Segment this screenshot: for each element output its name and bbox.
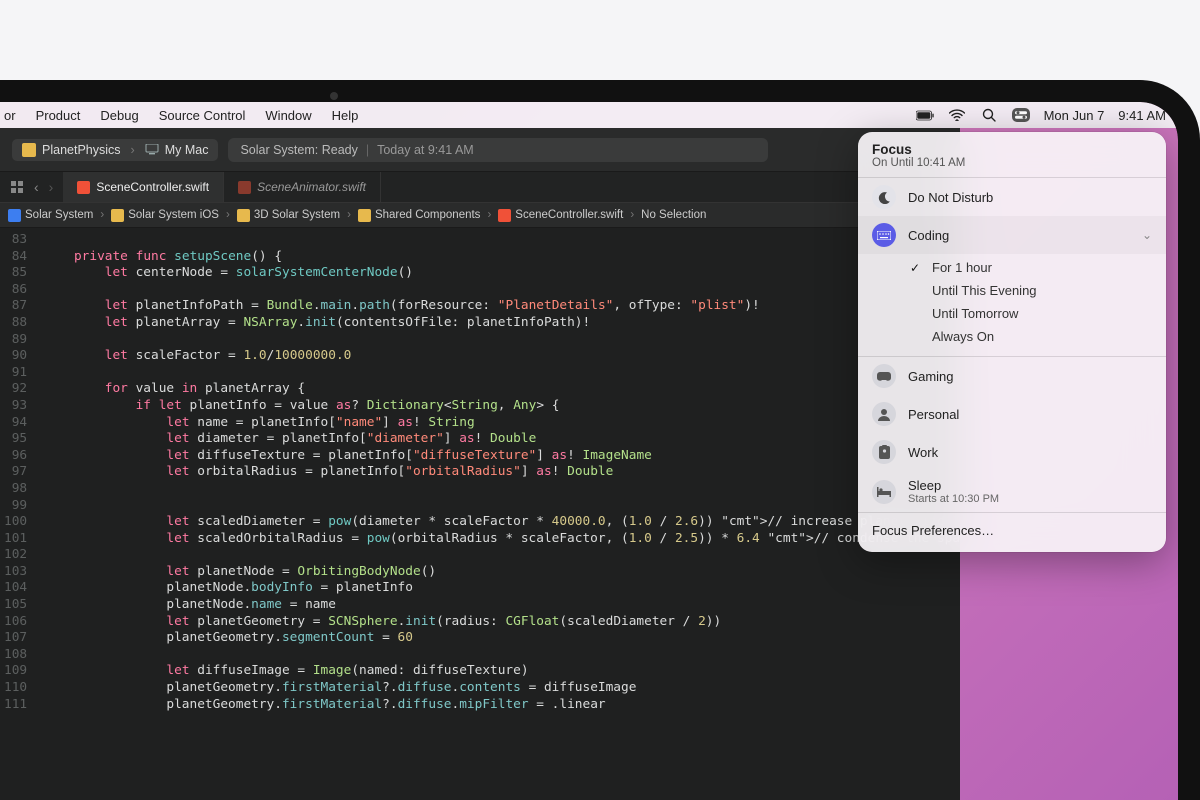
app-icon (22, 143, 36, 157)
project-icon (8, 209, 21, 222)
focus-mode-coding[interactable]: Coding ⌄ (858, 216, 1166, 254)
option-label: Until Tomorrow (932, 306, 1018, 321)
option-label: Until This Evening (932, 283, 1037, 298)
spotlight-icon[interactable] (980, 108, 998, 122)
menu-item[interactable]: Debug (100, 108, 138, 123)
crumb-label: No Selection (641, 209, 706, 221)
focus-mode-sleep[interactable]: Sleep Starts at 10:30 PM (858, 471, 1166, 512)
focus-duration-option[interactable]: Always On (908, 325, 1152, 348)
focus-duration-option[interactable]: Until Tomorrow (908, 302, 1152, 325)
menubar: or Product Debug Source Control Window H… (0, 102, 1178, 128)
crumb-label: SceneController.swift (515, 209, 623, 221)
chevron-down-icon: ⌄ (1142, 228, 1152, 242)
crumb-label: 3D Solar System (254, 209, 340, 221)
tab-inactive[interactable]: SceneAnimator.swift (224, 172, 381, 202)
wifi-icon[interactable] (948, 108, 966, 122)
xcode-window: PlanetPhysics › My Mac Solar System: Rea… (0, 128, 960, 800)
focus-subtitle: On Until 10:41 AM (858, 157, 1166, 178)
bed-icon (872, 480, 896, 504)
focus-preferences[interactable]: Focus Preferences… (858, 512, 1166, 548)
focus-label: Coding (908, 228, 1130, 243)
activity-status[interactable]: Solar System: Ready | Today at 9:41 AM (228, 138, 768, 162)
folder-icon (358, 209, 371, 222)
focus-label: Do Not Disturb (908, 190, 1152, 205)
battery-icon[interactable] (916, 108, 934, 122)
app-menus: or Product Debug Source Control Window H… (0, 108, 358, 123)
line-gutter: 83 84 85 86 87 88 89 90 91 92 93 94 95 9… (0, 228, 37, 800)
keyboard-icon (872, 223, 896, 247)
option-label: Always On (932, 329, 994, 344)
code-editor[interactable]: 83 84 85 86 87 88 89 90 91 92 93 94 95 9… (0, 228, 960, 800)
focus-duration-option[interactable]: Until This Evening (908, 279, 1152, 302)
xcode-toolbar: PlanetPhysics › My Mac Solar System: Rea… (0, 128, 960, 172)
option-label: For 1 hour (932, 260, 992, 275)
menu-item[interactable]: Product (36, 108, 81, 123)
menu-item[interactable]: Source Control (159, 108, 246, 123)
menubar-date[interactable]: Mon Jun 7 (1044, 108, 1105, 123)
swift-file-icon (77, 181, 90, 194)
focus-title: Focus (858, 142, 1166, 157)
swift-file-icon (238, 181, 251, 194)
moon-icon (872, 185, 896, 209)
status-time: Today at 9:41 AM (377, 143, 474, 157)
tab-label: SceneAnimator.swift (257, 180, 366, 194)
nav-back-icon[interactable]: ‹ (34, 179, 39, 195)
tab-label: SceneController.swift (96, 180, 209, 194)
scheme-project: PlanetPhysics (42, 143, 121, 157)
focus-mode-gaming[interactable]: Gaming (858, 357, 1166, 395)
focus-label: Work (908, 445, 1152, 460)
badge-icon (872, 440, 896, 464)
focus-meta: Starts at 10:30 PM (908, 493, 1152, 505)
focus-mode-personal[interactable]: Personal (858, 395, 1166, 433)
focus-duration-option[interactable]: ✓ For 1 hour (908, 256, 1152, 279)
focus-popover: Focus On Until 10:41 AM Do Not Disturb C… (858, 132, 1166, 552)
menubar-time[interactable]: 9:41 AM (1118, 108, 1166, 123)
focus-mode-work[interactable]: Work (858, 433, 1166, 471)
crumb-label: Solar System (25, 209, 93, 221)
game-controller-icon (872, 364, 896, 388)
jump-bar[interactable]: Solar System› Solar System iOS› 3D Solar… (0, 202, 960, 228)
code-content[interactable]: private func setupScene() { let centerNo… (37, 228, 960, 800)
check-icon: ✓ (908, 261, 922, 275)
menu-item[interactable]: Help (332, 108, 359, 123)
folder-icon (237, 209, 250, 222)
folder-icon (111, 209, 124, 222)
tab-bar: ‹ › SceneController.swift SceneAnimator.… (0, 172, 960, 202)
status-text: Solar System: Ready (240, 143, 357, 157)
scheme-target: My Mac (165, 143, 209, 157)
focus-label: Sleep Starts at 10:30 PM (908, 478, 1152, 505)
menu-item[interactable]: Window (265, 108, 311, 123)
crumb-label: Shared Components (375, 209, 480, 221)
focus-mode-dnd[interactable]: Do Not Disturb (858, 178, 1166, 216)
nav-forward-icon[interactable]: › (49, 179, 54, 195)
scheme-selector[interactable]: PlanetPhysics › My Mac (12, 139, 218, 161)
focus-duration-options: ✓ For 1 hour Until This Evening Until Tom… (858, 254, 1166, 357)
person-icon (872, 402, 896, 426)
mac-icon (145, 144, 159, 155)
control-center-icon[interactable] (1012, 108, 1030, 122)
tab-active[interactable]: SceneController.swift (63, 172, 224, 202)
focus-label: Gaming (908, 369, 1152, 384)
focus-label: Personal (908, 407, 1152, 422)
crumb-label: Solar System iOS (128, 209, 219, 221)
swift-file-icon (498, 209, 511, 222)
related-items-icon[interactable] (10, 180, 24, 194)
menu-item[interactable]: or (4, 108, 16, 123)
